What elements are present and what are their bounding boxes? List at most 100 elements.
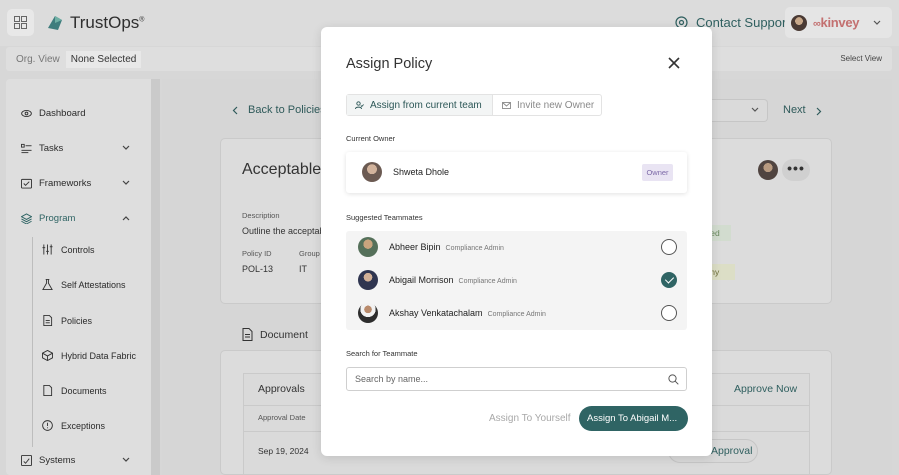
program-tree-line (32, 237, 33, 447)
sidebar-item-exceptions[interactable]: Exceptions (42, 420, 105, 431)
teammates-list: Abheer Bipin Compliance Admin Abigail Mor… (346, 231, 687, 330)
approval-date-header: Approval Date (258, 413, 306, 422)
assign-policy-modal: Assign Policy Assign from current team I… (321, 27, 712, 456)
app-logo[interactable]: TrustOps® (46, 13, 144, 33)
sidebar-item-program[interactable]: Program (21, 213, 75, 224)
suggested-teammates-label: Suggested Teammates (346, 213, 423, 222)
assign-to-teammate-button[interactable]: Assign To Abigail M... (579, 406, 688, 431)
teammate-radio-selected[interactable] (661, 272, 677, 288)
sidebar-item-dashboard[interactable]: Dashboard (21, 108, 85, 119)
chevron-down-icon[interactable] (122, 178, 130, 188)
sidebar-item-label: Exceptions (61, 420, 106, 431)
chevron-down-icon[interactable] (122, 455, 130, 465)
search-icon (668, 374, 679, 385)
policy-id-label: Policy ID (242, 249, 272, 258)
avatar (362, 162, 382, 182)
group-label: Group (299, 249, 320, 258)
frameworks-icon (21, 178, 32, 189)
sidebar-item-label: Dashboard (39, 108, 86, 119)
app-name: TrustOps (70, 13, 140, 32)
approvals-title: Approvals (258, 383, 305, 395)
list-item[interactable]: Abigail Morrison Compliance Admin (346, 264, 687, 297)
teammate-name: Abigail Morrison (389, 275, 454, 285)
select-view-link[interactable]: Select View (840, 54, 882, 63)
sidebar-item-policies[interactable]: Policies (42, 315, 92, 326)
next-label: Next (783, 104, 806, 116)
avatar (358, 237, 378, 257)
avatar (358, 303, 378, 323)
teammate-radio[interactable] (661, 239, 677, 255)
teammate-role: Compliance Admin (458, 278, 517, 285)
sidebar-item-tasks[interactable]: Tasks (21, 143, 63, 154)
description-label: Description (242, 211, 280, 220)
sidebar-item-label: Frameworks (39, 178, 92, 189)
assign-to-yourself-button[interactable]: Assign To Yourself (489, 413, 571, 424)
org-view-label: Org. View (16, 53, 60, 65)
description-value: Outline the acceptab (242, 226, 325, 236)
sidebar-item-label: Systems (39, 455, 76, 466)
list-item[interactable]: Abheer Bipin Compliance Admin (346, 231, 687, 264)
cube-icon (42, 350, 53, 361)
document-icon (43, 315, 53, 326)
tab-assign-from-team-label: Assign from current team (370, 99, 482, 111)
policy-selector-dropdown[interactable] (705, 99, 768, 122)
sidebar-item-label: Documents (61, 385, 107, 396)
sidebar-item-label: Policies (61, 315, 93, 326)
sidebar-item-label: Hybrid Data Fabric (61, 350, 137, 361)
sidebar-item-label: Tasks (39, 143, 64, 154)
tab-document[interactable]: Document (242, 328, 308, 341)
sidebar-item-self-attestations[interactable]: Self Attestations (42, 279, 126, 290)
chevron-right-icon (816, 107, 821, 116)
chevron-down-icon (873, 20, 881, 25)
sidebar-item-label: Controls (61, 244, 95, 255)
tab-document-label: Document (260, 328, 308, 341)
brand-name: kinvey (820, 15, 860, 30)
owner-badge: Owner (642, 164, 673, 181)
tab-invite-new-owner-label: Invite new Owner (517, 99, 595, 111)
next-policy-link[interactable]: Next (783, 104, 822, 116)
alert-icon (42, 420, 53, 431)
sidebar-item-documents[interactable]: Documents (42, 385, 107, 396)
avatar (358, 270, 378, 290)
tab-assign-from-team[interactable]: Assign from current team (347, 95, 493, 115)
approval-date-cell: Sep 19, 2024 (258, 446, 309, 456)
policy-owner-avatar[interactable] (758, 160, 778, 180)
teammate-name: Akshay Venkatachalam (389, 308, 483, 318)
current-owner-label: Current Owner (346, 134, 396, 143)
more-options-button[interactable]: ••• (782, 159, 810, 181)
grid-icon (14, 16, 27, 29)
sidebar-item-label: Program (39, 213, 76, 224)
user-menu[interactable]: ∞kinvey (785, 7, 892, 38)
sidebar-item-controls[interactable]: Controls (42, 244, 95, 255)
org-brand-logo: ∞kinvey (813, 15, 860, 30)
eye-icon (21, 110, 32, 117)
search-input[interactable] (355, 372, 655, 386)
teammate-role: Compliance Admin (445, 245, 504, 252)
chevron-down-icon[interactable] (122, 143, 130, 153)
sidebar-item-systems[interactable]: Systems (21, 455, 75, 466)
layers-icon (21, 213, 32, 224)
teammate-name: Abheer Bipin (389, 242, 441, 252)
sidebar: Dashboard Tasks Frameworks Program Contr… (6, 79, 160, 475)
back-to-policies-link[interactable]: Back to Policies (232, 104, 326, 116)
chevron-down-icon (751, 105, 759, 115)
approve-now-link[interactable]: Approve Now (734, 383, 797, 395)
sidebar-item-frameworks[interactable]: Frameworks (21, 178, 91, 189)
policy-id-value: POL-13 (242, 264, 274, 274)
sidebar-scrollbar[interactable] (151, 79, 160, 475)
trademark-mark: ® (139, 16, 145, 24)
group-value: IT (299, 264, 307, 274)
tab-invite-new-owner[interactable]: Invite new Owner (493, 95, 601, 115)
chevron-up-icon[interactable] (122, 213, 130, 223)
search-field (346, 367, 687, 391)
list-item[interactable]: Akshay Venkatachalam Compliance Admin (346, 297, 687, 330)
close-icon[interactable] (667, 56, 681, 70)
teammate-role: Compliance Admin (487, 311, 546, 318)
sidebar-item-hybrid-data-fabric[interactable]: Hybrid Data Fabric (42, 350, 136, 361)
tasks-icon (21, 143, 32, 154)
app-grid-button[interactable] (7, 9, 34, 36)
current-owner-card: Shweta Dhole Owner (346, 152, 687, 193)
org-selection-chip[interactable]: None Selected (65, 50, 142, 68)
teammate-radio[interactable] (661, 305, 677, 321)
file-icon (43, 385, 53, 396)
